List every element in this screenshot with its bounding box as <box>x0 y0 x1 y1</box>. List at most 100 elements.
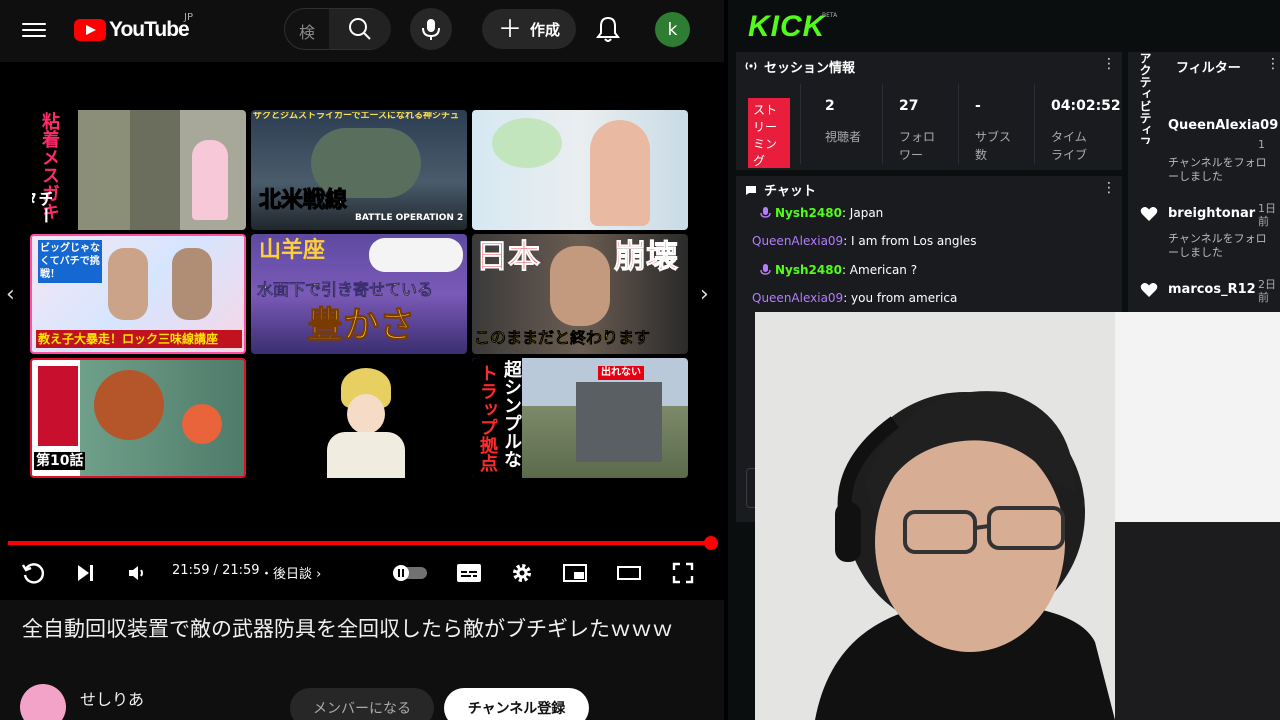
endscreen-video-1[interactable]: 粘着メスガキ チーター怯える <box>30 110 246 230</box>
activity-time: 1 <box>1258 138 1265 151</box>
replay-button[interactable] <box>18 558 48 588</box>
person-figure <box>172 248 212 320</box>
thumbnail-caption: BATTLE OPERATION 2 <box>355 213 464 223</box>
session-stats: 2 視聴者 27 フォロワー - サブス数 04:02:52 タイムライブ <box>800 84 1122 170</box>
theater-mode-button[interactable] <box>614 558 644 588</box>
chat-username[interactable]: QueenAlexia09 <box>752 291 843 305</box>
miniplayer-icon <box>563 564 587 582</box>
account-avatar[interactable]: k <box>655 12 690 47</box>
channel-avatar[interactable] <box>20 684 66 720</box>
subscribe-button[interactable]: チャンネル登録 <box>444 688 589 720</box>
chat-bubble-icon <box>746 186 756 195</box>
stat-label: フォロワー <box>899 130 936 162</box>
search-box[interactable]: 検 <box>284 8 391 50</box>
speech-bubble <box>369 238 463 272</box>
menu-icon[interactable] <box>22 19 46 39</box>
activity-username[interactable]: marcos_R12 <box>1168 282 1256 297</box>
thumbnail-caption: チーター怯える <box>32 190 52 224</box>
join-membership-button[interactable]: メンバーになる <box>290 688 434 720</box>
region-label: JP <box>184 12 193 23</box>
progress-bar[interactable] <box>8 541 711 545</box>
chat-message: Nysh2480: American ? <box>760 263 917 277</box>
character-figure <box>182 404 222 444</box>
miniplayer-button[interactable] <box>560 558 590 588</box>
endscreen-video-4[interactable]: ビッグじゃなくてバチで挑戦！ 教え子大暴走！ロック三味線講座 <box>30 234 246 354</box>
chat-message: QueenAlexia09: you from america <box>752 291 957 305</box>
thumbnail-caption: このままだと終わります <box>474 330 651 346</box>
endscreen-video-8[interactable] <box>251 358 467 478</box>
activity-time: 1日前 <box>1258 202 1276 228</box>
progress-scrubber[interactable] <box>704 536 718 550</box>
activity-time: 2日前 <box>1258 278 1276 304</box>
youtube-logo-text: YouTube <box>109 18 190 41</box>
thumbnail-caption: 崩壊 <box>613 237 679 275</box>
replay-icon <box>21 563 45 584</box>
activity-item: marcos_R12 2日前 <box>1128 278 1276 312</box>
next-arrow-icon[interactable]: › <box>700 282 709 307</box>
youtube-header: YouTube JP 検 ＋ 作成 k <box>0 0 724 60</box>
notifications-button[interactable] <box>594 14 622 44</box>
endscreen-video-7[interactable]: 第10話 <box>30 358 246 478</box>
endscreen-video-9[interactable]: 超シンプルな トラップ拠点 出れない <box>472 358 688 478</box>
gear-icon <box>513 564 531 582</box>
subtitles-button[interactable] <box>454 558 484 588</box>
search-input[interactable]: 検 <box>299 19 321 43</box>
endscreen-video-6[interactable]: 日本 崩壊 このままだと終わります <box>472 234 688 354</box>
stone-wall <box>576 382 662 462</box>
broadcaster-badge-icon <box>760 264 771 275</box>
settings-button[interactable] <box>507 558 537 588</box>
youtube-logo[interactable]: YouTube <box>74 16 190 44</box>
previous-arrow-icon[interactable]: ‹ <box>6 282 15 307</box>
autoplay-toggle-icon <box>393 565 427 581</box>
character-face <box>347 394 385 434</box>
chat-username[interactable]: Nysh2480 <box>775 263 842 277</box>
plus-icon: ＋ <box>497 15 522 43</box>
create-button[interactable]: ＋ 作成 <box>482 9 576 49</box>
character-figure <box>94 370 164 440</box>
activity-username[interactable]: QueenAlexia09 <box>1168 118 1278 133</box>
heart-icon <box>1140 283 1158 297</box>
endscreen-video-2[interactable]: ザクとジムストライカーでエースになれる神シチュ 北米戦線 BATTLE OPER… <box>251 110 467 230</box>
thumbnail-caption: ビッグじゃなくてバチで挑戦！ <box>38 240 102 283</box>
fullscreen-button[interactable] <box>668 558 698 588</box>
thumbnail-caption: 日本 <box>475 237 541 275</box>
volume-button[interactable] <box>122 558 152 588</box>
stat-label: タイムライブ <box>1051 130 1088 162</box>
stat-label: 視聴者 <box>825 130 862 144</box>
channel-name[interactable]: せしりあ <box>80 686 144 710</box>
thumbnail-caption: 北米戦線 <box>258 188 348 213</box>
beta-label: BETA <box>822 12 838 19</box>
chapter-button[interactable]: ・後日談 › <box>260 563 321 582</box>
chat-username[interactable]: QueenAlexia09 <box>752 234 843 248</box>
endscreen-video-3[interactable] <box>472 110 688 230</box>
chat-username[interactable]: Nysh2480 <box>775 206 842 220</box>
filter-title[interactable]: フィルター <box>1176 57 1241 76</box>
bell-icon <box>596 16 620 42</box>
thumbnail-caption: 超シンプルな <box>501 360 522 468</box>
more-options-icon[interactable]: ⋮ <box>1266 56 1280 72</box>
activity-username[interactable]: breightonar <box>1168 206 1255 221</box>
skip-next-icon <box>78 565 93 581</box>
stat-subscriptions: - サブス数 <box>958 84 1030 164</box>
thumbnail-caption: ザクとジムストライカーでエースになれる神シチュ <box>253 112 460 121</box>
thumbnail-caption: 豊かさ <box>306 305 416 346</box>
stat-viewers: 2 視聴者 <box>800 84 876 164</box>
autoplay-toggle[interactable] <box>392 558 428 588</box>
thumbnail-caption: トラップ拠点 <box>477 364 498 472</box>
video-player[interactable]: ‹ › 粘着メスガキ チーター怯える ザクとジムストライカーでエースになれる神シ… <box>0 62 724 600</box>
thumbnail-caption: 水面下で引き寄せている <box>257 280 434 299</box>
stat-label: サブス数 <box>975 130 1012 162</box>
more-options-icon[interactable]: ⋮ <box>1102 180 1116 196</box>
more-options-icon[interactable]: ⋮ <box>1102 56 1116 72</box>
next-video-button[interactable] <box>70 558 100 588</box>
heart-icon <box>1140 207 1158 221</box>
search-button[interactable] <box>329 9 391 49</box>
person-figure <box>550 246 610 326</box>
kick-logo[interactable]: KICK <box>748 10 825 44</box>
person-figure <box>590 120 650 226</box>
chat-text: : American ? <box>841 263 918 277</box>
endscreen-video-5[interactable]: 山羊座 水面下で引き寄せている 豊かさ <box>251 234 467 354</box>
voice-search-button[interactable] <box>410 8 452 50</box>
chat-text: : I am from Los angles <box>843 234 977 248</box>
chapter-title: ・後日談 <box>260 567 313 582</box>
